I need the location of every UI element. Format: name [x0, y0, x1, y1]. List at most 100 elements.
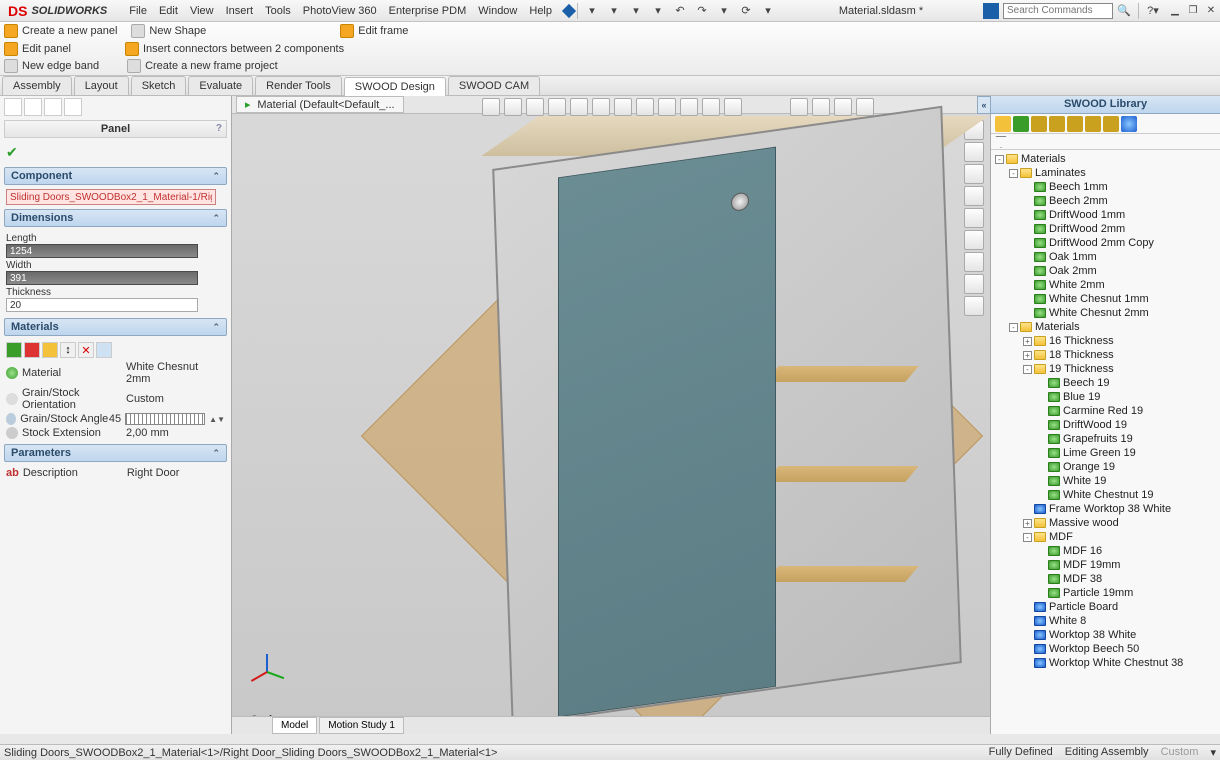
taskpane-btn[interactable] [964, 296, 984, 316]
hdr-parameters[interactable]: Parameters⌃ [4, 444, 227, 462]
tab-rendertools[interactable]: Render Tools [255, 76, 342, 95]
mat-btn[interactable] [24, 342, 40, 358]
lib-btn[interactable] [995, 116, 1011, 132]
restore-btn[interactable]: ❐ [1186, 5, 1200, 17]
viewport-tab[interactable]: ▸ Material (Default<Default_... [236, 96, 404, 113]
orientation-triad[interactable] [248, 640, 288, 680]
angle-ruler[interactable] [125, 413, 205, 425]
tree-node[interactable]: +16 Thickness [995, 334, 1216, 348]
strip-btn[interactable] [24, 98, 42, 116]
hud-btn[interactable] [570, 98, 588, 116]
undo-btn[interactable]: ↶ [671, 2, 689, 20]
menu-pdm[interactable]: Enterprise PDM [383, 2, 473, 20]
mat-btn[interactable]: ↕ [60, 342, 76, 358]
tree-node[interactable]: MDF 38 [995, 572, 1216, 586]
tree-node[interactable]: -19 Thickness [995, 362, 1216, 376]
tree-node[interactable]: Particle 19mm [995, 586, 1216, 600]
hud-btn[interactable] [790, 98, 808, 116]
rebuild-btn[interactable]: ⟳ [737, 2, 755, 20]
taskpane-btn[interactable] [964, 164, 984, 184]
length-input[interactable] [6, 244, 198, 258]
hud-btn[interactable] [856, 98, 874, 116]
minimize-btn[interactable]: ▁ [1168, 5, 1182, 17]
mat-btn[interactable] [96, 342, 112, 358]
strip-btn[interactable] [4, 98, 22, 116]
menu-window[interactable]: Window [472, 2, 523, 20]
tab-model[interactable]: Model [272, 717, 317, 734]
tree-expander[interactable]: + [1023, 337, 1032, 346]
cmd-new-shape[interactable]: New Shape [131, 24, 206, 38]
tree-node[interactable]: Worktop White Chestnut 38 [995, 656, 1216, 670]
open-btn[interactable]: ▾ [605, 2, 623, 20]
tree-node[interactable]: DriftWood 2mm Copy [995, 236, 1216, 250]
tree-node[interactable]: DriftWood 2mm [995, 222, 1216, 236]
lib-btn[interactable] [1031, 116, 1047, 132]
taskpane-btn[interactable] [964, 208, 984, 228]
menu-photoview[interactable]: PhotoView 360 [297, 2, 383, 20]
component-field[interactable] [6, 189, 216, 205]
tree-node[interactable]: Worktop 38 White [995, 628, 1216, 642]
tree-node[interactable]: Beech 1mm [995, 180, 1216, 194]
taskpane-btn[interactable] [964, 274, 984, 294]
tree-node[interactable]: Oak 1mm [995, 250, 1216, 264]
hud-btn[interactable] [592, 98, 610, 116]
tree-node[interactable]: DriftWood 19 [995, 418, 1216, 432]
taskpane-btn[interactable] [964, 230, 984, 250]
tab-motion-study[interactable]: Motion Study 1 [319, 717, 404, 734]
lib-btn[interactable] [1013, 116, 1029, 132]
tree-node[interactable]: White 19 [995, 474, 1216, 488]
hud-btn[interactable] [812, 98, 830, 116]
tree-node[interactable]: MDF 19mm [995, 558, 1216, 572]
cmd-edit-frame[interactable]: Edit frame [340, 24, 408, 38]
lib-btn[interactable] [1049, 116, 1065, 132]
mat-btn[interactable] [6, 342, 22, 358]
tab-swood-cam[interactable]: SWOOD CAM [448, 76, 540, 95]
hud-btn[interactable] [614, 98, 632, 116]
hud-btn[interactable] [724, 98, 742, 116]
tree-expander[interactable]: - [1023, 533, 1032, 542]
select-btn[interactable]: ▾ [715, 2, 733, 20]
hud-btn[interactable] [636, 98, 654, 116]
hdr-component[interactable]: Component⌃ [4, 167, 227, 185]
hud-btn[interactable] [504, 98, 522, 116]
search-commands-input[interactable] [1003, 3, 1113, 19]
spinner-icon[interactable]: ▲▼ [209, 415, 225, 424]
cmd-new-edgeband[interactable]: New edge band [4, 59, 99, 73]
tree-expander[interactable]: - [1009, 169, 1018, 178]
lib-btn[interactable] [1103, 116, 1119, 132]
tab-assembly[interactable]: Assembly [2, 76, 72, 95]
tree-node[interactable]: Beech 19 [995, 376, 1216, 390]
tree-node[interactable]: -Materials [995, 320, 1216, 334]
tab-sketch[interactable]: Sketch [131, 76, 187, 95]
hud-btn[interactable] [658, 98, 676, 116]
cmd-new-frame-project[interactable]: Create a new frame project [127, 59, 278, 73]
strip-btn[interactable] [44, 98, 62, 116]
hud-btn[interactable] [482, 98, 500, 116]
tree-node[interactable]: White 2mm [995, 278, 1216, 292]
help-dropdown[interactable]: ?▾ [1144, 2, 1162, 20]
scene-3d[interactable] [292, 126, 930, 674]
sliding-door[interactable] [558, 147, 776, 718]
tree-node[interactable]: -MDF [995, 530, 1216, 544]
menu-edit[interactable]: Edit [153, 2, 184, 20]
tree-node[interactable]: Grapefruits 19 [995, 432, 1216, 446]
hud-btn[interactable] [526, 98, 544, 116]
collapse-chevron-icon[interactable]: « [977, 96, 991, 114]
options-btn[interactable]: ▾ [759, 2, 777, 20]
tree-node[interactable]: Orange 19 [995, 460, 1216, 474]
tree-node[interactable]: DriftWood 1mm [995, 208, 1216, 222]
tab-evaluate[interactable]: Evaluate [188, 76, 253, 95]
tree-node[interactable]: Lime Green 19 [995, 446, 1216, 460]
tree-expander[interactable]: - [1023, 365, 1032, 374]
tree-node[interactable]: Oak 2mm [995, 264, 1216, 278]
mat-btn[interactable] [42, 342, 58, 358]
hud-btn[interactable] [680, 98, 698, 116]
tree-node[interactable]: +Massive wood [995, 516, 1216, 530]
status-icon[interactable]: ▾ [1210, 746, 1216, 759]
hdr-dimensions[interactable]: Dimensions⌃ [4, 209, 227, 227]
tree-node[interactable]: Frame Worktop 38 White [995, 502, 1216, 516]
menu-help[interactable]: Help [523, 2, 558, 20]
tree-node[interactable]: Blue 19 [995, 390, 1216, 404]
lib-btn[interactable] [1085, 116, 1101, 132]
taskpane-btn[interactable] [964, 252, 984, 272]
